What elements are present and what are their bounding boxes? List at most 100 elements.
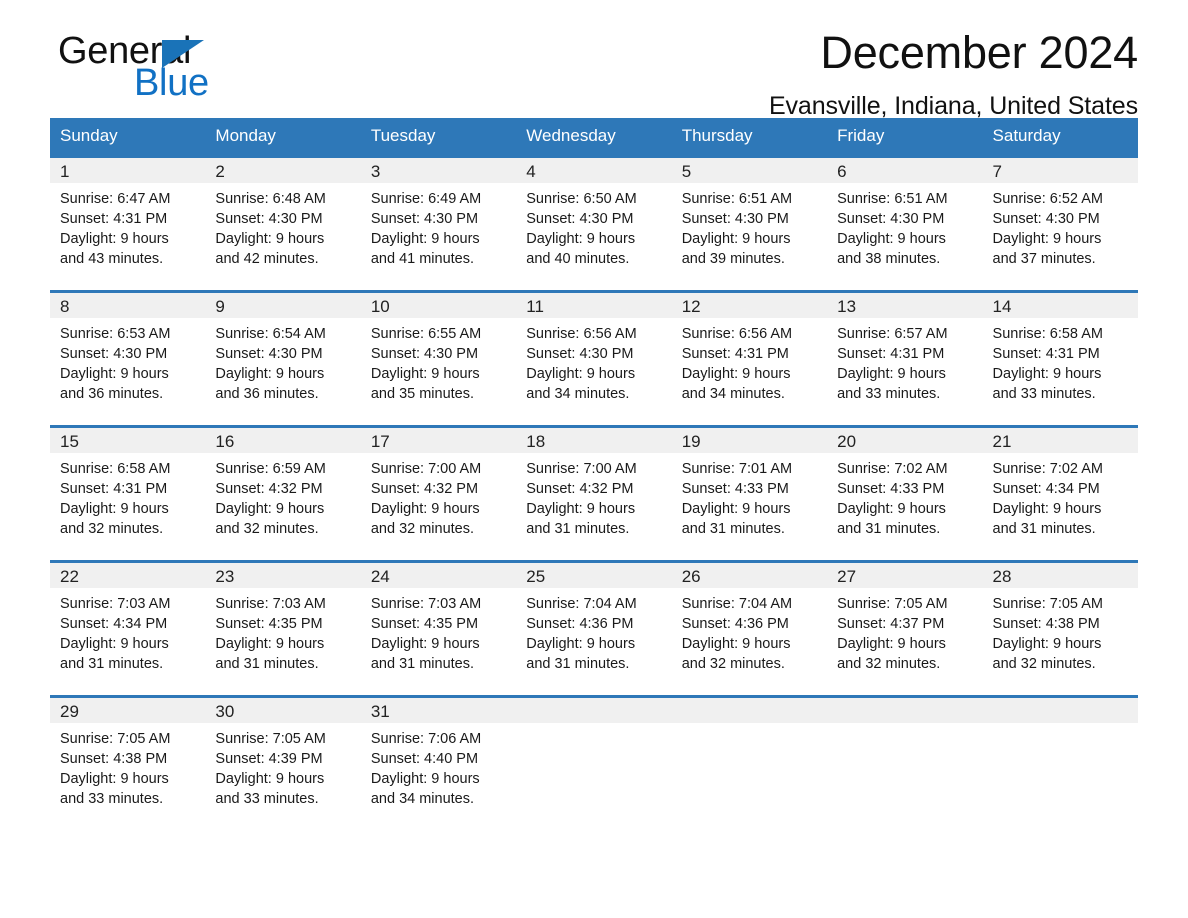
day-info: Sunrise: 6:48 AM Sunset: 4:30 PM Daylight:… <box>205 183 360 269</box>
sunset-text: Sunset: 4:30 PM <box>837 211 945 227</box>
weekday-header-wednesday: Wednesday <box>516 118 672 157</box>
sunset-text: Sunset: 4:32 PM <box>370 481 479 497</box>
day-cell-empty <box>982 695 1138 830</box>
sunset-text: Sunset: 4:34 PM <box>992 481 1100 497</box>
day-number: 24 <box>370 567 390 586</box>
day-number: 1 <box>60 162 70 181</box>
day-number: 6 <box>837 162 847 181</box>
day-number: 29 <box>60 702 79 721</box>
day-info: Sunrise: 7:00 AM Sunset: 4:32 PM Daylight:… <box>361 453 516 539</box>
day-cell: 1 Sunrise: 6:47 AM Sunset: 4:31 PM Daylight… <box>50 155 206 292</box>
day-number: 2 <box>215 162 225 181</box>
day-info: Sunrise: 7:05 AM Sunset: 4:38 PM Daylight:… <box>50 723 205 809</box>
day-info: Sunrise: 6:56 AM Sunset: 4:31 PM Daylight:… <box>672 318 827 404</box>
sunset-text: Sunset: 4:30 PM <box>215 346 323 362</box>
sunset-text: Sunset: 4:32 PM <box>215 481 323 497</box>
sunrise-text: Sunrise: 6:57 AM <box>837 326 948 342</box>
daylight-text-line2: and 33 minutes. <box>992 386 1096 402</box>
sunset-text: Sunset: 4:33 PM <box>681 481 789 497</box>
day-number: 23 <box>215 567 235 586</box>
day-info: Sunrise: 7:05 AM Sunset: 4:39 PM Daylight:… <box>205 723 360 809</box>
daylight-text-line1: Daylight: 9 hours <box>60 231 169 247</box>
day-number: 14 <box>992 297 1012 316</box>
daylight-text-line2: and 42 minutes. <box>215 251 319 267</box>
sunset-text: Sunset: 4:30 PM <box>60 346 168 362</box>
daylight-text-line1: Daylight: 9 hours <box>526 231 636 247</box>
day-cell: 26 Sunrise: 7:04 AM Sunset: 4:36 PM Dayligh… <box>671 560 828 697</box>
sunrise-text: Sunrise: 6:47 AM <box>60 191 171 207</box>
sunrise-text: Sunrise: 7:04 AM <box>526 596 637 612</box>
weekday-header-sunday: Sunday <box>50 118 206 157</box>
day-info: Sunrise: 6:54 AM Sunset: 4:30 PM Daylight:… <box>205 318 360 404</box>
sunset-text: Sunset: 4:31 PM <box>681 346 789 362</box>
week-row: 8 Sunrise: 6:53 AM Sunset: 4:30 PM Daylight… <box>50 290 1138 427</box>
daylight-text-line2: and 38 minutes. <box>837 251 941 267</box>
day-info: Sunrise: 7:01 AM Sunset: 4:33 PM Daylight:… <box>672 453 827 539</box>
sunset-text: Sunset: 4:38 PM <box>992 616 1100 632</box>
weekday-header-tuesday: Tuesday <box>360 118 517 157</box>
daylight-text-line1: Daylight: 9 hours <box>837 231 946 247</box>
day-info: Sunrise: 7:04 AM Sunset: 4:36 PM Daylight:… <box>672 588 827 674</box>
day-cell: 6 Sunrise: 6:51 AM Sunset: 4:30 PM Daylight… <box>827 155 983 292</box>
daylight-text-line1: Daylight: 9 hours <box>370 231 480 247</box>
day-cell: 25 Sunrise: 7:04 AM Sunset: 4:36 PM Dayligh… <box>516 560 672 697</box>
daylight-text-line2: and 37 minutes. <box>992 251 1096 267</box>
daylight-text-line1: Daylight: 9 hours <box>370 636 480 652</box>
day-info: Sunrise: 6:57 AM Sunset: 4:31 PM Daylight:… <box>827 318 982 404</box>
daylight-text-line1: Daylight: 9 hours <box>215 366 325 382</box>
daylight-text-line2: and 43 minutes. <box>60 251 164 267</box>
sunset-text: Sunset: 4:35 PM <box>370 616 479 632</box>
daylight-text-line1: Daylight: 9 hours <box>526 501 636 517</box>
sunrise-text: Sunrise: 7:05 AM <box>837 596 948 612</box>
day-info: Sunrise: 7:03 AM Sunset: 4:34 PM Daylight:… <box>50 588 205 674</box>
daylight-text-line2: and 34 minutes. <box>681 386 785 402</box>
sunset-text: Sunset: 4:30 PM <box>681 211 789 227</box>
daylight-text-line2: and 31 minutes. <box>60 656 164 672</box>
sunrise-text: Sunrise: 6:51 AM <box>837 191 948 207</box>
calendar-page: General Blue December 2024 Evansville, I… <box>0 0 1188 918</box>
day-cell: 19 Sunrise: 7:01 AM Sunset: 4:33 PM Dayligh… <box>671 425 828 562</box>
sunrise-text: Sunrise: 6:55 AM <box>370 326 482 342</box>
daylight-text-line2: and 31 minutes. <box>681 521 785 537</box>
daylight-text-line1: Daylight: 9 hours <box>526 636 636 652</box>
daylight-text-line1: Daylight: 9 hours <box>681 366 791 382</box>
sunrise-text: Sunrise: 7:03 AM <box>370 596 482 612</box>
daylight-text-line1: Daylight: 9 hours <box>681 231 791 247</box>
daylight-text-line2: and 33 minutes. <box>837 386 941 402</box>
day-cell: 12 Sunrise: 6:56 AM Sunset: 4:31 PM Dayligh… <box>671 290 828 427</box>
sunrise-text: Sunrise: 6:53 AM <box>60 326 171 342</box>
day-cell: 30 Sunrise: 7:05 AM Sunset: 4:39 PM Dayligh… <box>205 695 361 830</box>
day-cell: 5 Sunrise: 6:51 AM Sunset: 4:30 PM Daylight… <box>671 155 828 292</box>
day-number: 18 <box>526 432 546 451</box>
day-info: Sunrise: 7:04 AM Sunset: 4:36 PM Daylight:… <box>516 588 671 674</box>
day-number: 5 <box>681 162 692 181</box>
sunrise-text: Sunrise: 7:06 AM <box>370 731 482 747</box>
calendar-table: Sunday Monday Tuesday Wednesday Thursday… <box>50 118 1138 830</box>
day-cell: 11 Sunrise: 6:56 AM Sunset: 4:30 PM Dayligh… <box>516 290 672 427</box>
daylight-text-line1: Daylight: 9 hours <box>370 366 480 382</box>
sunrise-text: Sunrise: 7:00 AM <box>526 461 637 477</box>
sunset-text: Sunset: 4:35 PM <box>215 616 323 632</box>
daylight-text-line1: Daylight: 9 hours <box>60 771 169 787</box>
daylight-text-line1: Daylight: 9 hours <box>837 636 946 652</box>
daylight-text-line1: Daylight: 9 hours <box>992 366 1102 382</box>
daylight-text-line1: Daylight: 9 hours <box>837 366 946 382</box>
sunrise-text: Sunrise: 7:02 AM <box>837 461 948 477</box>
title-block: December 2024 Evansville, Indiana, Unite… <box>438 0 1138 119</box>
sunset-text: Sunset: 4:30 PM <box>370 346 479 362</box>
day-number: 19 <box>681 432 701 451</box>
daylight-text-line1: Daylight: 9 hours <box>60 636 169 652</box>
daylight-text-line2: and 31 minutes. <box>992 521 1096 537</box>
day-cell: 13 Sunrise: 6:57 AM Sunset: 4:31 PM Dayligh… <box>827 290 983 427</box>
day-info: Sunrise: 6:56 AM Sunset: 4:30 PM Daylight:… <box>516 318 671 404</box>
daylight-text-line2: and 32 minutes. <box>60 521 164 537</box>
day-info: Sunrise: 6:47 AM Sunset: 4:31 PM Daylight:… <box>50 183 205 269</box>
day-cell: 21 Sunrise: 7:02 AM Sunset: 4:34 PM Dayligh… <box>982 425 1138 562</box>
daylight-text-line1: Daylight: 9 hours <box>215 501 325 517</box>
daylight-text-line1: Daylight: 9 hours <box>60 501 169 517</box>
sunrise-text: Sunrise: 6:56 AM <box>681 326 793 342</box>
sunset-text: Sunset: 4:30 PM <box>526 211 634 227</box>
page-title: December 2024 <box>820 27 1138 78</box>
day-cell: 14 Sunrise: 6:58 AM Sunset: 4:31 PM Dayligh… <box>982 290 1138 427</box>
sunrise-text: Sunrise: 6:54 AM <box>215 326 326 342</box>
